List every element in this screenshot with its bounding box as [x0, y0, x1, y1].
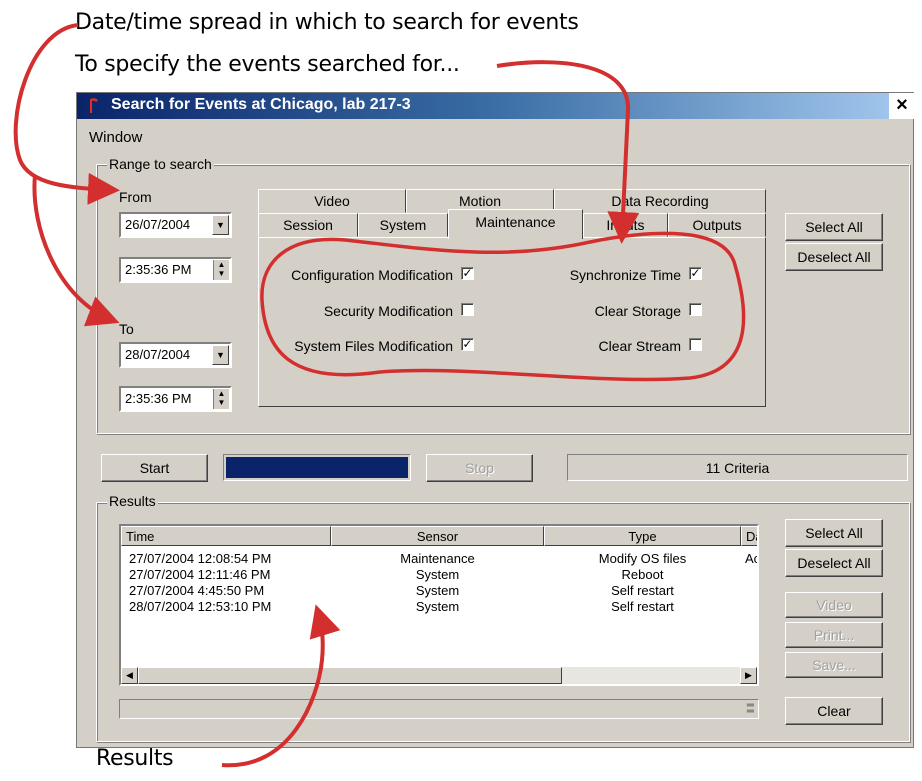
events-callout: To specify the events searched for...	[75, 52, 460, 77]
resize-grip-icon[interactable]: ═ ═	[747, 701, 754, 717]
search-progress-bar	[223, 454, 411, 481]
to-date-value: 28/07/2004	[125, 347, 191, 362]
column-header-sensor[interactable]: Sensor	[331, 526, 544, 546]
close-icon[interactable]: ×	[889, 93, 915, 119]
synchronize-time-checkbox[interactable]: ✓	[689, 267, 702, 280]
tab-maintenance[interactable]: Maintenance	[448, 209, 583, 239]
cell-sensor: System	[415, 567, 460, 582]
video-button[interactable]: Video	[785, 592, 883, 618]
cell-date: Ac	[745, 551, 759, 566]
to-label: To	[119, 321, 134, 337]
from-label: From	[119, 189, 152, 205]
results-deselect-all-button[interactable]: Deselect All	[785, 549, 883, 577]
from-date-value: 26/07/2004	[125, 217, 191, 232]
cell-sensor: System	[415, 583, 460, 598]
status-bar: ═ ═	[119, 699, 759, 719]
results-callout: Results	[96, 746, 174, 771]
clear-stream-checkbox[interactable]	[689, 338, 702, 351]
from-time-value: 2:35:36 PM	[125, 262, 192, 277]
scroll-right-icon[interactable]: ▶	[740, 667, 757, 684]
system-files-modification-checkbox[interactable]: ✓	[461, 338, 474, 351]
column-header-time[interactable]: Time	[121, 526, 331, 546]
window-title: Search for Events at Chicago, lab 217-3	[111, 96, 411, 113]
menu-item-window[interactable]: Window	[89, 129, 142, 146]
to-date-picker[interactable]: 28/07/2004 ▼	[119, 342, 232, 368]
maintenance-panel	[258, 237, 766, 407]
date-range-callout: Date/time spread in which to search for …	[75, 10, 579, 35]
column-header-date[interactable]: Da	[741, 526, 757, 546]
clear-storage-checkbox[interactable]	[689, 303, 702, 316]
results-list[interactable]: Time Sensor Type Da 27/07/2004 12:08:54 …	[119, 524, 759, 686]
tab-session[interactable]: Session	[258, 213, 358, 237]
deselect-all-button[interactable]: Deselect All	[785, 243, 883, 271]
cell-type: Modify OS files	[598, 551, 687, 566]
horizontal-scrollbar[interactable]: ◀ ▶	[121, 667, 757, 684]
tab-inputs[interactable]: Inputs	[583, 213, 668, 237]
tab-data-recording[interactable]: Data Recording	[554, 189, 766, 213]
cell-sensor: Maintenance	[400, 551, 475, 566]
security-modification-checkbox[interactable]	[461, 303, 474, 316]
cell-type: Reboot	[621, 567, 664, 582]
clear-stream-label: Clear Stream	[598, 338, 681, 354]
cell-time: 27/07/2004 12:08:54 PM	[129, 551, 272, 566]
criteria-count: 11 Criteria	[567, 454, 908, 481]
scrollbar-thumb[interactable]	[138, 667, 562, 684]
search-events-window: Search for Events at Chicago, lab 217-3 …	[76, 92, 915, 748]
chevron-down-icon[interactable]: ▼	[212, 345, 229, 365]
results-group-label: Results	[107, 493, 158, 509]
from-date-picker[interactable]: 26/07/2004 ▼	[119, 212, 232, 238]
clear-storage-label: Clear Storage	[594, 303, 681, 319]
cell-type: Self restart	[611, 599, 674, 614]
scroll-left-icon[interactable]: ◀	[121, 667, 138, 684]
print-button[interactable]: Print...	[785, 622, 883, 648]
title-bar[interactable]: Search for Events at Chicago, lab 217-3	[77, 93, 913, 119]
progress-fill	[226, 457, 408, 478]
cell-type: Self restart	[611, 583, 674, 598]
configuration-modification-label: Configuration Modification	[291, 267, 453, 283]
to-time-value: 2:35:36 PM	[125, 391, 192, 406]
tab-outputs[interactable]: Outputs	[668, 213, 766, 237]
range-group-label: Range to search	[107, 156, 214, 172]
app-icon	[90, 98, 98, 113]
save-button[interactable]: Save...	[785, 652, 883, 678]
from-time-spinner[interactable]: 2:35:36 PM ▲ ▼	[119, 257, 232, 283]
cell-time: 27/07/2004 12:11:46 PM	[129, 567, 271, 582]
synchronize-time-label: Synchronize Time	[569, 267, 681, 283]
cell-sensor: System	[415, 599, 460, 614]
tab-video[interactable]: Video	[258, 189, 406, 213]
clear-button[interactable]: Clear	[785, 697, 883, 725]
configuration-modification-checkbox[interactable]: ✓	[461, 267, 474, 280]
security-modification-label: Security Modification	[323, 303, 453, 319]
start-button[interactable]: Start	[101, 454, 208, 482]
results-select-all-button[interactable]: Select All	[785, 519, 883, 547]
column-header-type[interactable]: Type	[544, 526, 741, 546]
cell-time: 28/07/2004 12:53:10 PM	[129, 599, 272, 614]
spinner-arrows-icon[interactable]: ▲ ▼	[213, 389, 229, 409]
to-time-spinner[interactable]: 2:35:36 PM ▲ ▼	[119, 386, 232, 412]
system-files-modification-label: System Files Modification	[294, 338, 453, 354]
cell-time: 27/07/2004 4:45:50 PM	[129, 583, 265, 598]
tab-system[interactable]: System	[358, 213, 448, 237]
spinner-arrows-icon[interactable]: ▲ ▼	[213, 260, 229, 280]
stop-button[interactable]: Stop	[426, 454, 533, 482]
select-all-button[interactable]: Select All	[785, 213, 883, 241]
chevron-down-icon[interactable]: ▼	[212, 215, 229, 235]
